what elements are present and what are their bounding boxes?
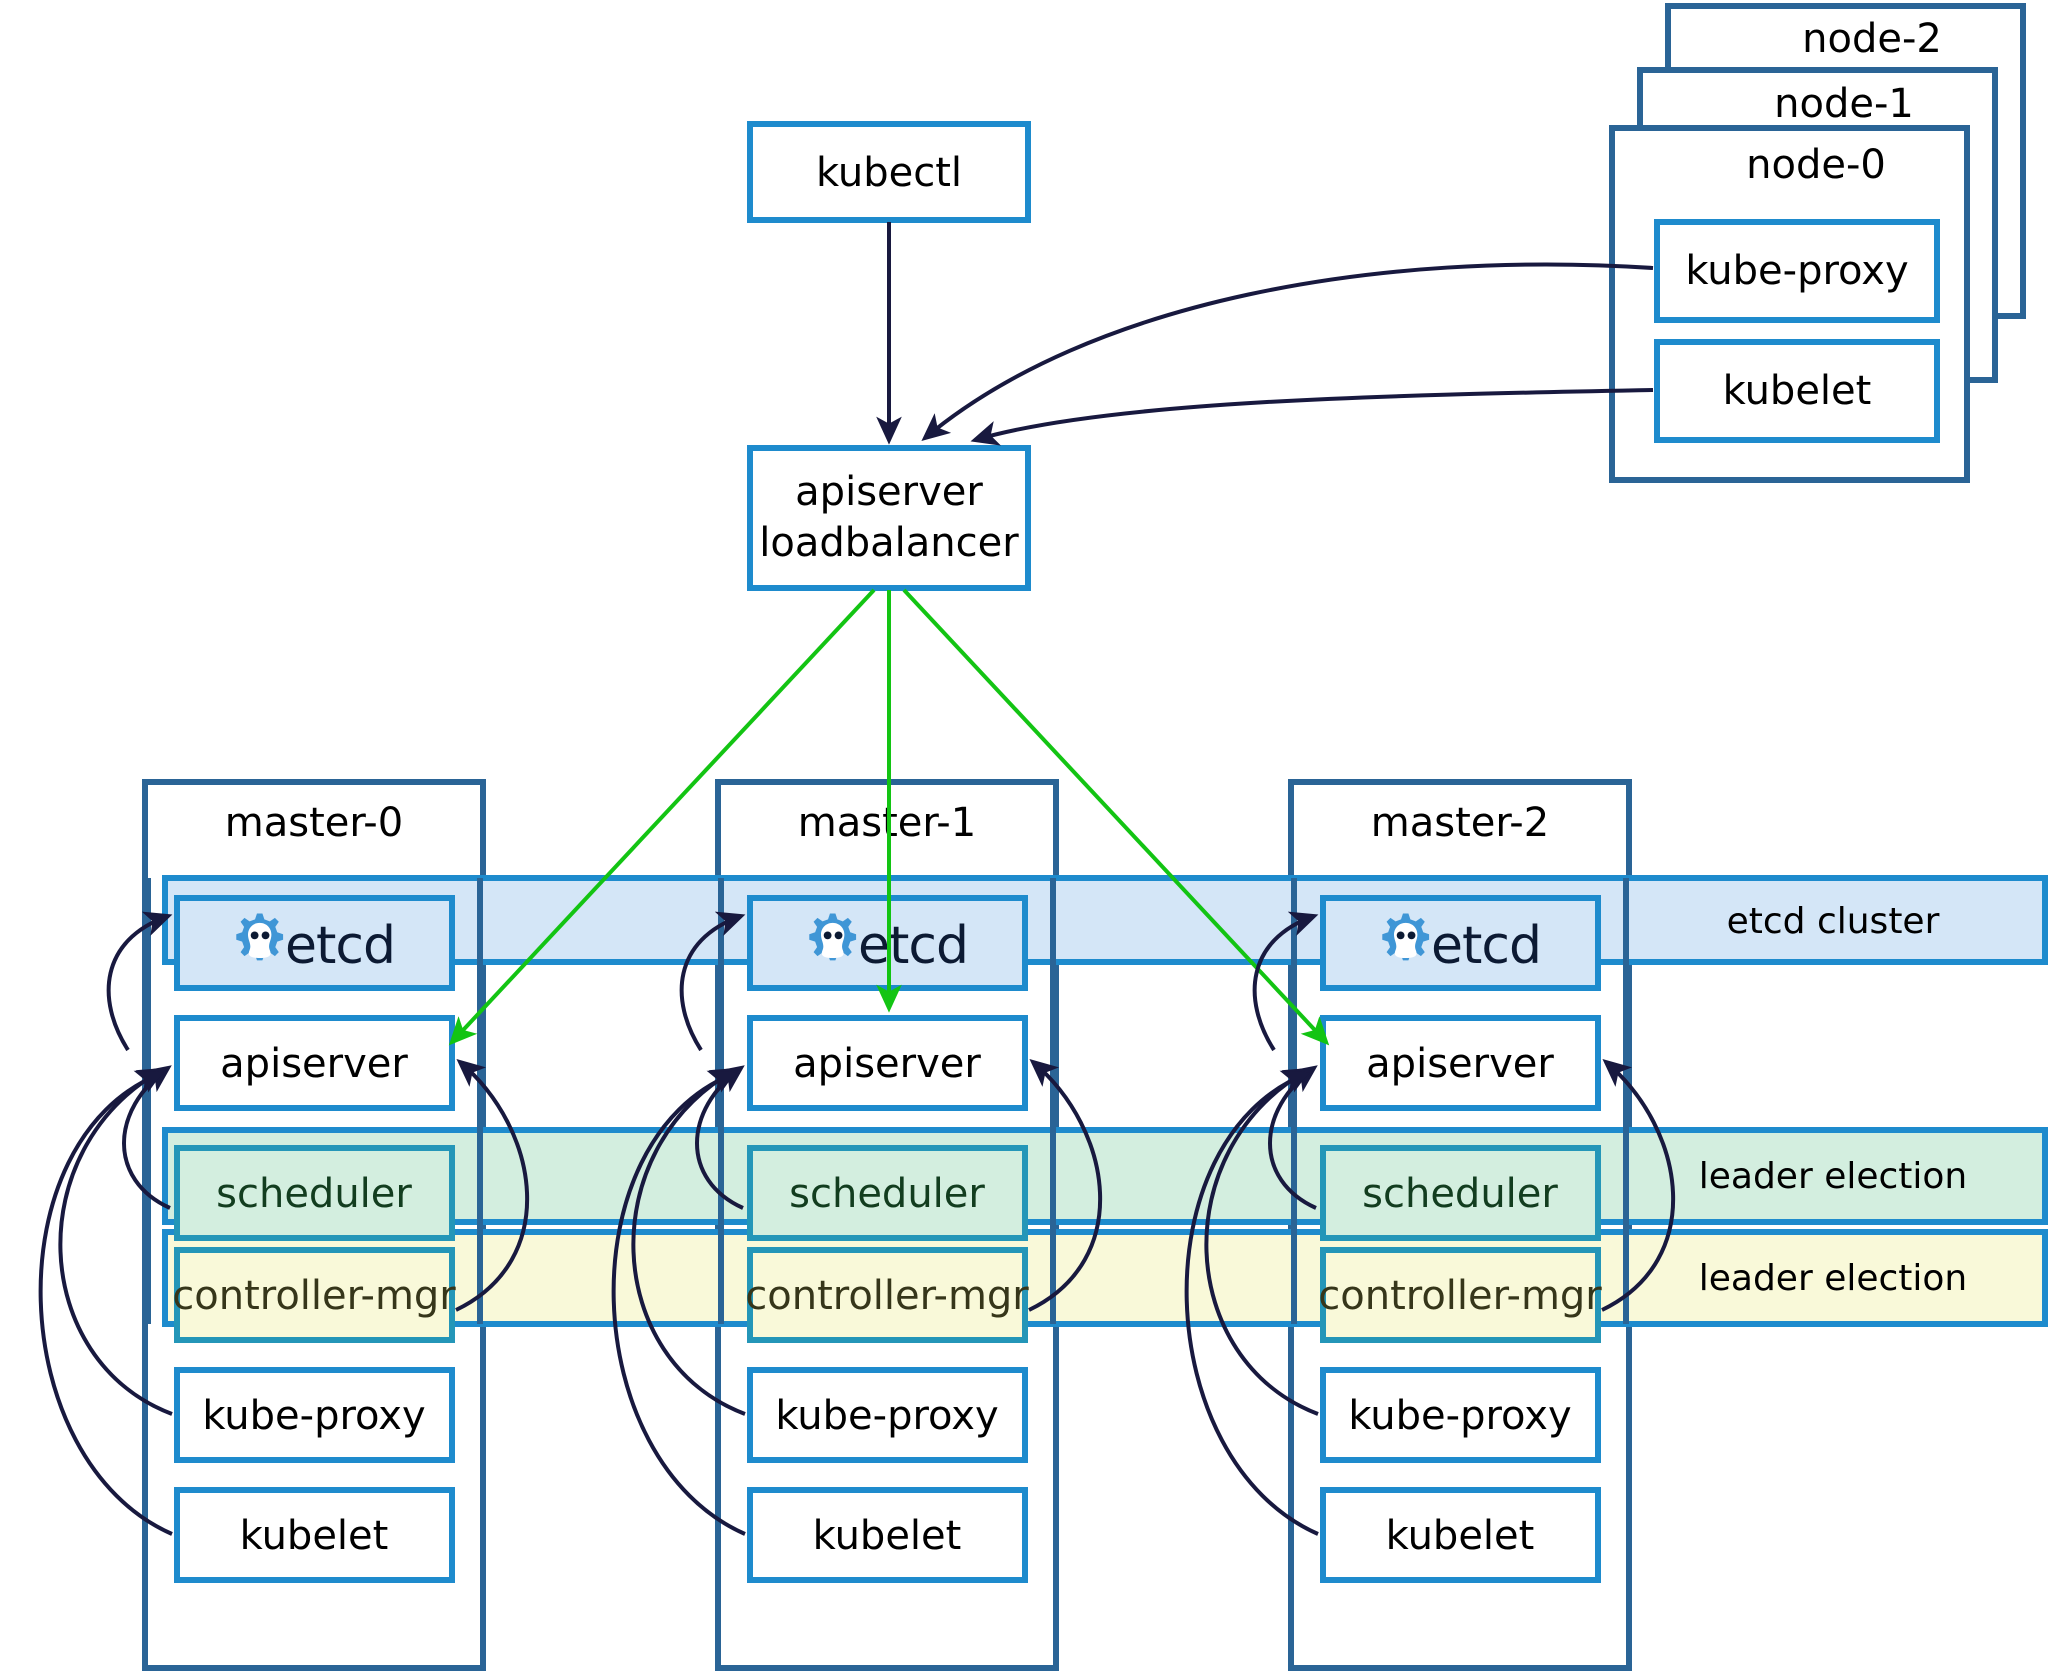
master-2-controller-mgr-label: controller-mgr — [1318, 1273, 1602, 1319]
node-kube-proxy-box[interactable]: kube-proxy — [1654, 219, 1940, 323]
master-0-etcd-label: etcd — [285, 916, 395, 976]
master-2-scheduler-label: scheduler — [1362, 1171, 1558, 1217]
loadbalancer-label-line1: apiserver — [795, 469, 983, 515]
scheduler-band-label: leader election — [1699, 1156, 1968, 1197]
master-2-kubelet-label: kubelet — [1386, 1513, 1535, 1559]
master-1-scheduler-label: scheduler — [789, 1171, 985, 1217]
master-0-title: master-0 — [225, 800, 403, 846]
etcd-logo-icon — [1382, 913, 1430, 961]
master-0-scheduler-box[interactable]: scheduler — [174, 1145, 455, 1241]
master-1-apiserver-label: apiserver — [793, 1041, 981, 1087]
master-2-kube-proxy-label: kube-proxy — [1348, 1393, 1571, 1439]
master-2-kube-proxy-box[interactable]: kube-proxy — [1320, 1367, 1601, 1463]
master-1-etcd-label: etcd — [858, 916, 968, 976]
etcd-cluster-band-label: etcd cluster — [1727, 901, 1940, 942]
master-0-controller-mgr-label: controller-mgr — [172, 1273, 456, 1319]
master-2-kubelet-box[interactable]: kubelet — [1320, 1487, 1601, 1583]
master-1-controller-mgr-label: controller-mgr — [745, 1273, 1029, 1319]
master-2-etcd-box[interactable]: etcd — [1320, 895, 1601, 991]
master-0-controller-mgr-box[interactable]: controller-mgr — [172, 1247, 456, 1343]
master-1-apiserver-box[interactable]: apiserver — [747, 1015, 1028, 1111]
node-kubelet-box[interactable]: kubelet — [1654, 339, 1940, 443]
node-stack: node-2 node-1 node-0 kube-proxy kubelet — [1609, 3, 2026, 483]
master-0-etcd-box[interactable]: etcd — [174, 895, 455, 991]
edge-node-kubeproxy-to-loadbalancer — [921, 262, 1654, 441]
diagram-root: node-2 node-1 node-0 kube-proxy kubelet … — [0, 0, 2048, 1675]
master-1-kube-proxy-box[interactable]: kube-proxy — [747, 1367, 1028, 1463]
node-kubelet-label: kubelet — [1723, 368, 1872, 414]
master-2-controller-mgr-box[interactable]: controller-mgr — [1318, 1247, 1602, 1343]
master-0-apiserver-label: apiserver — [220, 1041, 408, 1087]
master-1-controller-mgr-box[interactable]: controller-mgr — [745, 1247, 1029, 1343]
node-card-0[interactable]: node-0 kube-proxy kubelet — [1609, 125, 1970, 483]
cluster-architecture-diagram: node-2 node-1 node-0 kube-proxy kubelet … — [38, 3, 2048, 1671]
master-2-apiserver-label: apiserver — [1366, 1041, 1554, 1087]
node-kube-proxy-label: kube-proxy — [1685, 248, 1908, 294]
master-1-scheduler-box[interactable]: scheduler — [747, 1145, 1028, 1241]
controller-band-label: leader election — [1699, 1258, 1968, 1299]
master-2-apiserver-box[interactable]: apiserver — [1320, 1015, 1601, 1111]
etcd-logo-icon — [236, 913, 284, 961]
master-0-kube-proxy-box[interactable]: kube-proxy — [174, 1367, 455, 1463]
master-0-scheduler-label: scheduler — [216, 1171, 412, 1217]
master-1-kubelet-box[interactable]: kubelet — [747, 1487, 1028, 1583]
node-card-2-label: node-2 — [1802, 16, 1942, 62]
edge-node-kubelet-to-loadbalancer — [970, 388, 1654, 446]
node-card-0-label: node-0 — [1746, 142, 1886, 188]
master-2-etcd-label: etcd — [1431, 916, 1541, 976]
master-0-kubelet-label: kubelet — [240, 1513, 389, 1559]
master-0-kube-proxy-label: kube-proxy — [202, 1393, 425, 1439]
master-1-kube-proxy-label: kube-proxy — [775, 1393, 998, 1439]
master-2-title: master-2 — [1371, 800, 1549, 846]
master-0-apiserver-box[interactable]: apiserver — [174, 1015, 455, 1111]
loadbalancer-label-line2: loadbalancer — [759, 520, 1019, 566]
apiserver-loadbalancer-box[interactable]: apiserver loadbalancer — [747, 445, 1031, 591]
kubectl-label: kubectl — [816, 150, 962, 196]
master-1-kubelet-label: kubelet — [813, 1513, 962, 1559]
node-card-1-label: node-1 — [1774, 81, 1914, 127]
master-2-scheduler-box[interactable]: scheduler — [1320, 1145, 1601, 1241]
etcd-logo-icon — [809, 913, 857, 961]
master-0-kubelet-box[interactable]: kubelet — [174, 1487, 455, 1583]
kubectl-box[interactable]: kubectl — [747, 121, 1031, 223]
